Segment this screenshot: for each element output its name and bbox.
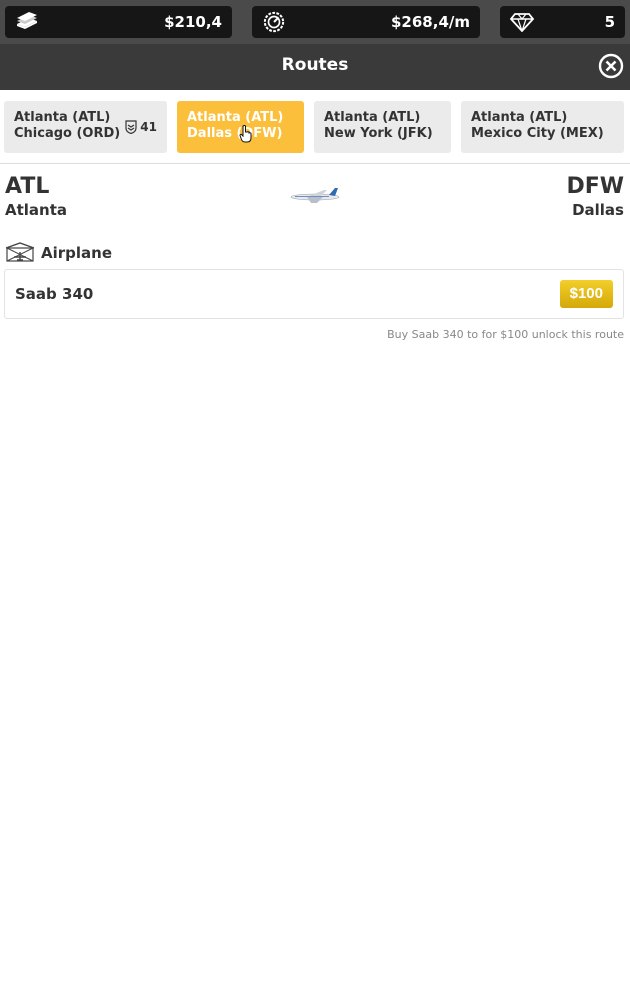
airplane-section-label: Airplane bbox=[41, 244, 113, 262]
gems-value: 5 bbox=[604, 13, 615, 31]
origin-code: ATL bbox=[5, 174, 50, 199]
gems-stat: 5 bbox=[500, 6, 625, 38]
stats-bar: $210,4 $268,4/m 5 bbox=[0, 0, 630, 44]
hangar-airplane-icon bbox=[5, 242, 35, 262]
route-badge-value: 41 bbox=[140, 120, 157, 134]
cash-stat: $210,4 bbox=[5, 6, 232, 38]
route-badge: 41 bbox=[125, 119, 157, 135]
route-tab-destination: New York (JFK) bbox=[324, 126, 433, 141]
page-title: Routes bbox=[281, 55, 349, 75]
money-stack-icon bbox=[17, 12, 37, 29]
income-value: $268,4/m bbox=[391, 13, 470, 31]
hand-cursor-icon bbox=[239, 125, 252, 143]
route-tab-mexico-city[interactable]: Atlanta (ATL) Mexico City (MEX) bbox=[461, 101, 624, 153]
title-bar: Routes bbox=[0, 44, 630, 90]
route-tab-dallas[interactable]: Atlanta (ATL) Dallas (DFW) bbox=[177, 101, 304, 153]
buy-airplane-button[interactable]: $100 bbox=[559, 280, 613, 308]
unlock-hint: Buy Saab 340 to for $100 unlock this rou… bbox=[387, 328, 624, 341]
route-tabs: Atlanta (ATL) Chicago (ORD) 41 Atlanta (… bbox=[0, 90, 630, 164]
close-icon[interactable] bbox=[598, 53, 624, 79]
destination-city: Dallas bbox=[572, 201, 624, 219]
route-tab-chicago[interactable]: Atlanta (ATL) Chicago (ORD) 41 bbox=[4, 101, 167, 153]
airplane-icon bbox=[290, 188, 340, 203]
route-tab-origin: Atlanta (ATL) bbox=[324, 110, 421, 125]
route-tab-destination: Mexico City (MEX) bbox=[471, 126, 604, 141]
income-stat: $268,4/m bbox=[252, 6, 480, 38]
destination-code: DFW bbox=[566, 174, 624, 199]
origin-city: Atlanta bbox=[5, 201, 68, 219]
airplane-name: Saab 340 bbox=[15, 285, 94, 303]
route-tab-origin: Atlanta (ATL) bbox=[187, 110, 284, 125]
diamond-icon bbox=[510, 13, 534, 32]
shield-rank-icon bbox=[125, 120, 137, 134]
cash-value: $210,4 bbox=[164, 13, 222, 31]
route-tab-origin: Atlanta (ATL) bbox=[471, 110, 568, 125]
route-tab-new-york[interactable]: Atlanta (ATL) New York (JFK) bbox=[314, 101, 451, 153]
airplane-row: Saab 340 $100 bbox=[4, 269, 624, 319]
gauge-icon bbox=[263, 11, 285, 33]
